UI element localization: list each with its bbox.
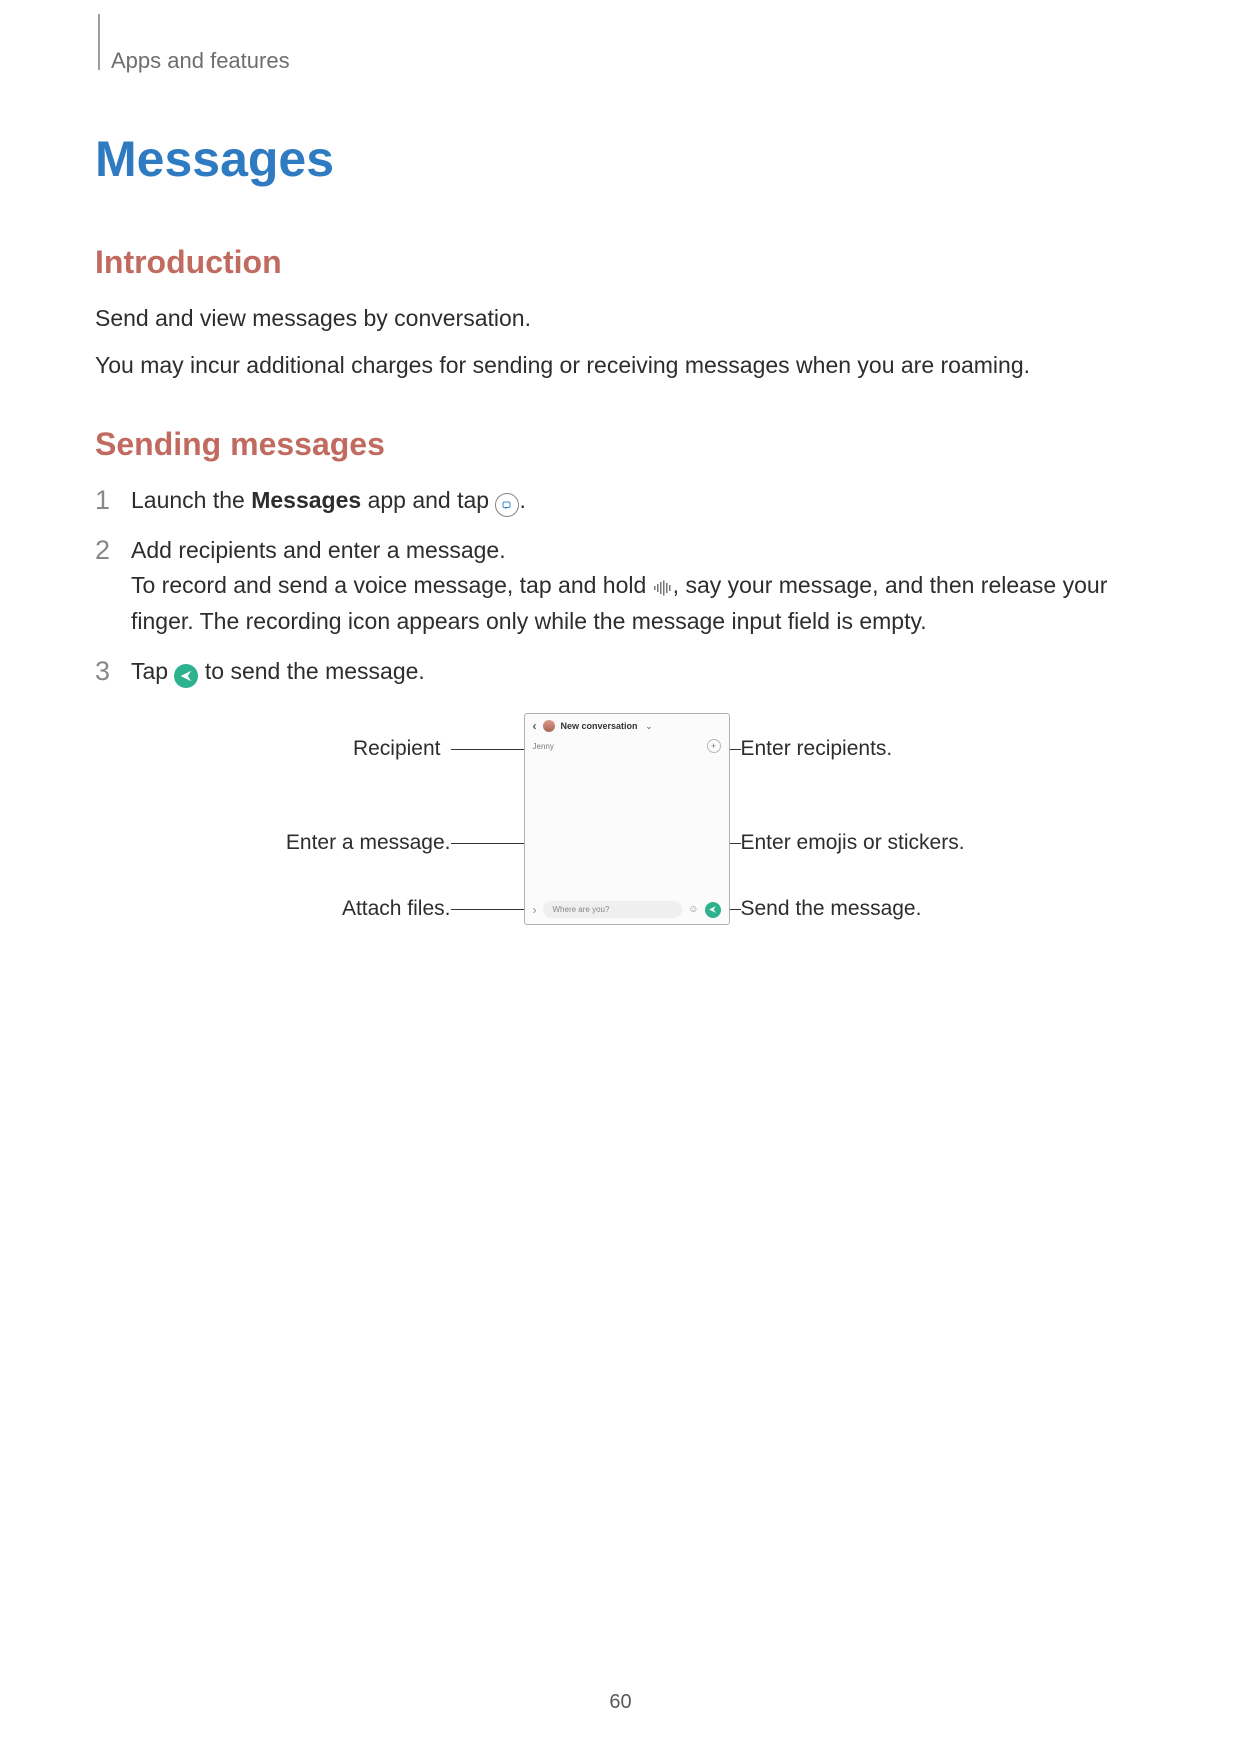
callout-enter-emojis: Enter emojis or stickers. [741, 831, 965, 855]
back-icon: ‹ [533, 719, 537, 733]
phone-recipient-row: Jenny + [525, 736, 729, 759]
intro-heading: Introduction [95, 244, 1146, 281]
callout-attach-files: Attach files. [341, 897, 451, 921]
phone-message-input: Where are you? [543, 901, 683, 918]
send-icon [174, 664, 198, 688]
add-recipient-icon: + [707, 739, 721, 753]
phone-header: ‹ New conversation ⌄ [525, 714, 729, 736]
chevron-down-icon: ⌄ [646, 722, 653, 731]
intro-p1: Send and view messages by conversation. [95, 301, 1146, 336]
step-text: Tap to send the message. [131, 658, 425, 684]
step-text: Add recipients and enter a message. To r… [131, 537, 1107, 634]
callout-send-message: Send the message. [741, 897, 922, 921]
messages-illustration: Recipient Enter a message. Attach files.… [241, 713, 1001, 943]
callout-enter-recipients: Enter recipients. [741, 737, 893, 761]
callout-enter-message: Enter a message. [281, 831, 451, 855]
phone-input-row: › Where are you? ☺ [525, 895, 729, 924]
step-2: 2 Add recipients and enter a message. To… [95, 533, 1146, 640]
attach-icon: › [533, 903, 537, 917]
voice-record-icon [653, 580, 673, 596]
emoji-icon: ☺ [688, 904, 698, 915]
header-rule [98, 14, 100, 70]
avatar-icon [543, 720, 555, 732]
step-text: Launch the Messages app and tap . [131, 487, 526, 513]
sending-heading: Sending messages [95, 426, 1146, 463]
intro-p2: You may incur additional charges for sen… [95, 348, 1146, 383]
manual-page: Apps and features Messages Introduction … [0, 0, 1241, 1754]
phone-mock: ‹ New conversation ⌄ Jenny + › Where are… [524, 713, 730, 925]
step-number: 2 [95, 530, 110, 572]
section-label: Apps and features [111, 48, 1146, 74]
send-icon [705, 902, 721, 918]
compose-icon [495, 493, 519, 517]
step-1: 1 Launch the Messages app and tap . [95, 483, 1146, 519]
phone-title: New conversation [561, 721, 638, 731]
phone-recipient-name: Jenny [533, 742, 554, 751]
callout-recipient: Recipient [351, 737, 441, 761]
phone-body [525, 759, 729, 899]
leader-line [451, 749, 524, 750]
step-number: 1 [95, 480, 110, 522]
step-3: 3 Tap to send the message. [95, 654, 1146, 690]
sending-steps: 1 Launch the Messages app and tap . 2 Ad… [95, 483, 1146, 689]
step-number: 3 [95, 651, 110, 693]
leader-line [451, 909, 531, 910]
page-number: 60 [0, 1691, 1241, 1714]
page-title: Messages [95, 130, 1146, 188]
